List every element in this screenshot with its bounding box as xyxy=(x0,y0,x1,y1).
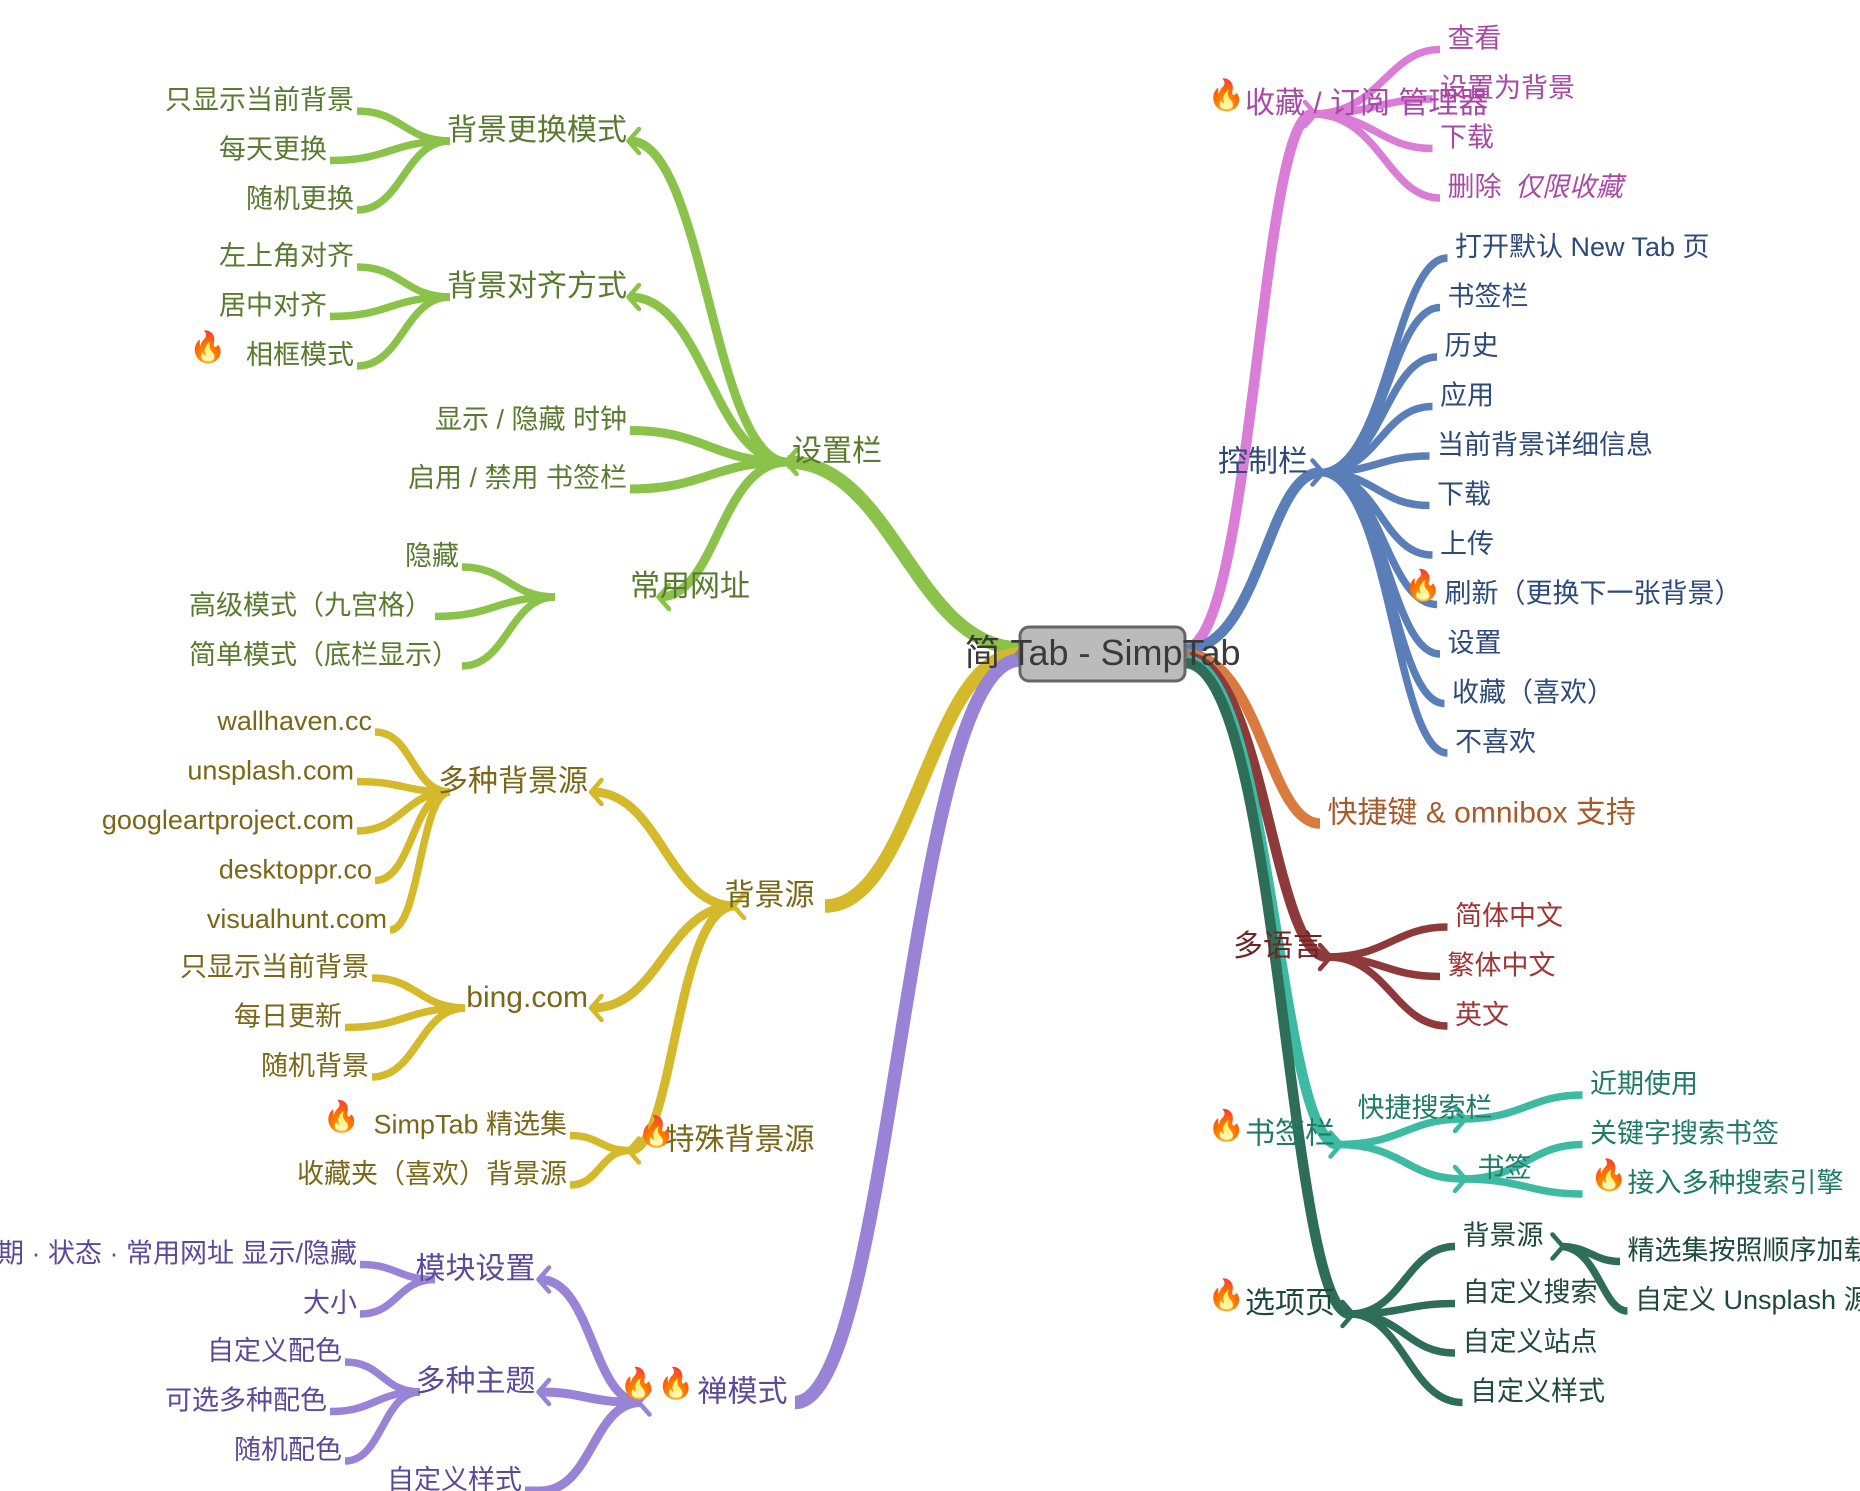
leaf[interactable]: 设置为背景 xyxy=(1440,73,1575,103)
leaf[interactable]: 自定义搜索 xyxy=(1463,1278,1598,1308)
mindmap-canvas: 简 Tab - SimpTab 设置栏 背景更换模式 只显示当前背景 每天更换 … xyxy=(0,0,1860,1491)
leaf[interactable]: 打开默认 New Tab 页 xyxy=(1455,232,1710,262)
node-shortcuts[interactable]: 快捷键 & omnibox 支持 xyxy=(1328,796,1636,829)
leaf[interactable]: googleartproject.com xyxy=(102,805,354,835)
leaf[interactable]: 英文 xyxy=(1455,1000,1509,1030)
leaf[interactable]: 随机更换 xyxy=(246,184,354,214)
node-themes[interactable]: 多种主题 xyxy=(416,1365,536,1398)
fire-icon: 🔥 xyxy=(1208,77,1245,112)
leaf[interactable]: 随机背景 xyxy=(261,1051,369,1081)
leaf[interactable]: 书签栏 xyxy=(1448,282,1529,312)
leaf[interactable]: 近期使用 xyxy=(1590,1069,1698,1099)
leaf[interactable]: 左上角对齐 xyxy=(219,241,354,271)
fire-icon: 🔥 xyxy=(323,1099,360,1134)
node-options[interactable]: 选项页 xyxy=(1245,1287,1335,1320)
leaf[interactable]: SimpTab 精选集 xyxy=(373,1110,567,1140)
leaf[interactable]: 下载 xyxy=(1440,123,1494,153)
node-control-bar[interactable]: 控制栏 xyxy=(1218,445,1308,478)
leaf[interactable]: 收藏夹（喜欢）背景源 xyxy=(297,1159,567,1189)
node-multi-bg[interactable]: 多种背景源 xyxy=(438,765,588,798)
leaf[interactable]: 上传 xyxy=(1440,529,1494,559)
fire-icon: 🔥 xyxy=(1590,1157,1627,1192)
leaf[interactable]: 时间 · 日期 · 状态 · 常用网址 显示/隐藏 xyxy=(0,1239,357,1269)
leaf[interactable]: 简体中文 xyxy=(1455,901,1563,931)
delete-note: 仅限收藏 xyxy=(1515,172,1627,202)
leaf[interactable]: 删除 仅限收藏 xyxy=(1448,172,1628,202)
leaf[interactable]: 设置 xyxy=(1448,628,1502,658)
leaf[interactable]: visualhunt.com xyxy=(207,904,387,934)
leaf[interactable]: 应用 xyxy=(1440,381,1494,411)
node-module-settings[interactable]: 模块设置 xyxy=(416,1252,536,1285)
leaf[interactable]: 只显示当前背景 xyxy=(165,85,354,115)
node-bookmark-branch[interactable]: 书签 xyxy=(1478,1153,1532,1183)
node-settings[interactable]: 设置栏 xyxy=(792,435,882,468)
leaf[interactable]: 高级模式（九宫格） xyxy=(189,591,432,621)
leaf[interactable]: 收藏（喜欢） xyxy=(1452,678,1614,708)
leaf[interactable]: 相框模式 xyxy=(246,340,354,370)
root-label: 简 Tab - SimpTab xyxy=(964,632,1240,673)
fire-icon: 🔥 xyxy=(1208,1277,1245,1312)
leaf[interactable]: 居中对齐 xyxy=(219,291,327,321)
node-options-bgsource[interactable]: 背景源 xyxy=(1463,1221,1544,1251)
leaf[interactable]: 下载 xyxy=(1437,480,1491,510)
leaf[interactable]: 接入多种搜索引擎 xyxy=(1628,1168,1844,1198)
leaf[interactable]: 每天更换 xyxy=(219,135,327,165)
leaf[interactable]: 自定义样式 xyxy=(387,1465,522,1491)
leaf[interactable]: 启用 / 禁用 书签栏 xyxy=(408,463,627,493)
node-common-sites[interactable]: 常用网址 xyxy=(630,570,750,603)
leaf[interactable]: 显示 / 隐藏 时钟 xyxy=(435,405,627,435)
fire-icon: 🔥 xyxy=(638,1114,675,1149)
node-special-bg[interactable]: 特殊背景源 xyxy=(665,1123,815,1156)
leaf[interactable]: 自定义样式 xyxy=(1470,1377,1605,1407)
fire-icon: 🔥 xyxy=(1208,1108,1245,1143)
leaf[interactable]: 历史 xyxy=(1445,331,1499,361)
node-bookmarks[interactable]: 书签栏 xyxy=(1245,1117,1335,1150)
fire-icon: 🔥 xyxy=(189,329,226,364)
leaf[interactable]: 关键字搜索书签 xyxy=(1590,1119,1779,1149)
node-zen[interactable]: 禅模式 xyxy=(698,1375,788,1408)
leaf[interactable]: 每日更新 xyxy=(234,1002,342,1032)
leaf[interactable]: 刷新（更换下一张背景） xyxy=(1445,579,1742,609)
leaf[interactable]: unsplash.com xyxy=(187,756,354,786)
leaf[interactable]: 随机配色 xyxy=(234,1435,342,1465)
fire-icon: 🔥 xyxy=(657,1366,694,1401)
leaf[interactable]: 只显示当前背景 xyxy=(180,952,369,982)
leaf[interactable]: wallhaven.cc xyxy=(216,706,372,736)
root-node[interactable]: 简 Tab - SimpTab xyxy=(964,627,1240,681)
leaf[interactable]: 大小 xyxy=(303,1288,357,1318)
leaf[interactable]: 繁体中文 xyxy=(1448,951,1556,981)
leaf[interactable]: 自定义配色 xyxy=(207,1336,342,1366)
leaf[interactable]: 不喜欢 xyxy=(1455,727,1536,757)
leaf[interactable]: 自定义站点 xyxy=(1463,1327,1598,1357)
leaf[interactable]: 隐藏 xyxy=(405,541,459,571)
fire-icon: 🔥 xyxy=(620,1366,657,1401)
node-quick-search[interactable]: 快捷搜索栏 xyxy=(1358,1093,1493,1123)
leaf[interactable]: 可选多种配色 xyxy=(165,1386,327,1416)
fire-icon: 🔥 xyxy=(1404,568,1441,603)
node-language[interactable]: 多语言 xyxy=(1233,930,1323,963)
leaf[interactable]: 精选集按照顺序加载 xyxy=(1628,1236,1860,1266)
node-bg-change-mode[interactable]: 背景更换模式 xyxy=(447,114,627,147)
node-bg-align[interactable]: 背景对齐方式 xyxy=(447,270,627,303)
leaf[interactable]: desktoppr.co xyxy=(219,855,372,885)
leaf[interactable]: 简单模式（底栏显示） xyxy=(189,640,459,670)
node-bg-source[interactable]: 背景源 xyxy=(725,879,815,912)
leaf[interactable]: 自定义 Unsplash 源 xyxy=(1635,1285,1860,1315)
leaf[interactable]: 当前背景详细信息 xyxy=(1437,430,1653,460)
node-bing[interactable]: bing.com xyxy=(466,981,588,1014)
leaf[interactable]: 查看 xyxy=(1448,24,1502,54)
